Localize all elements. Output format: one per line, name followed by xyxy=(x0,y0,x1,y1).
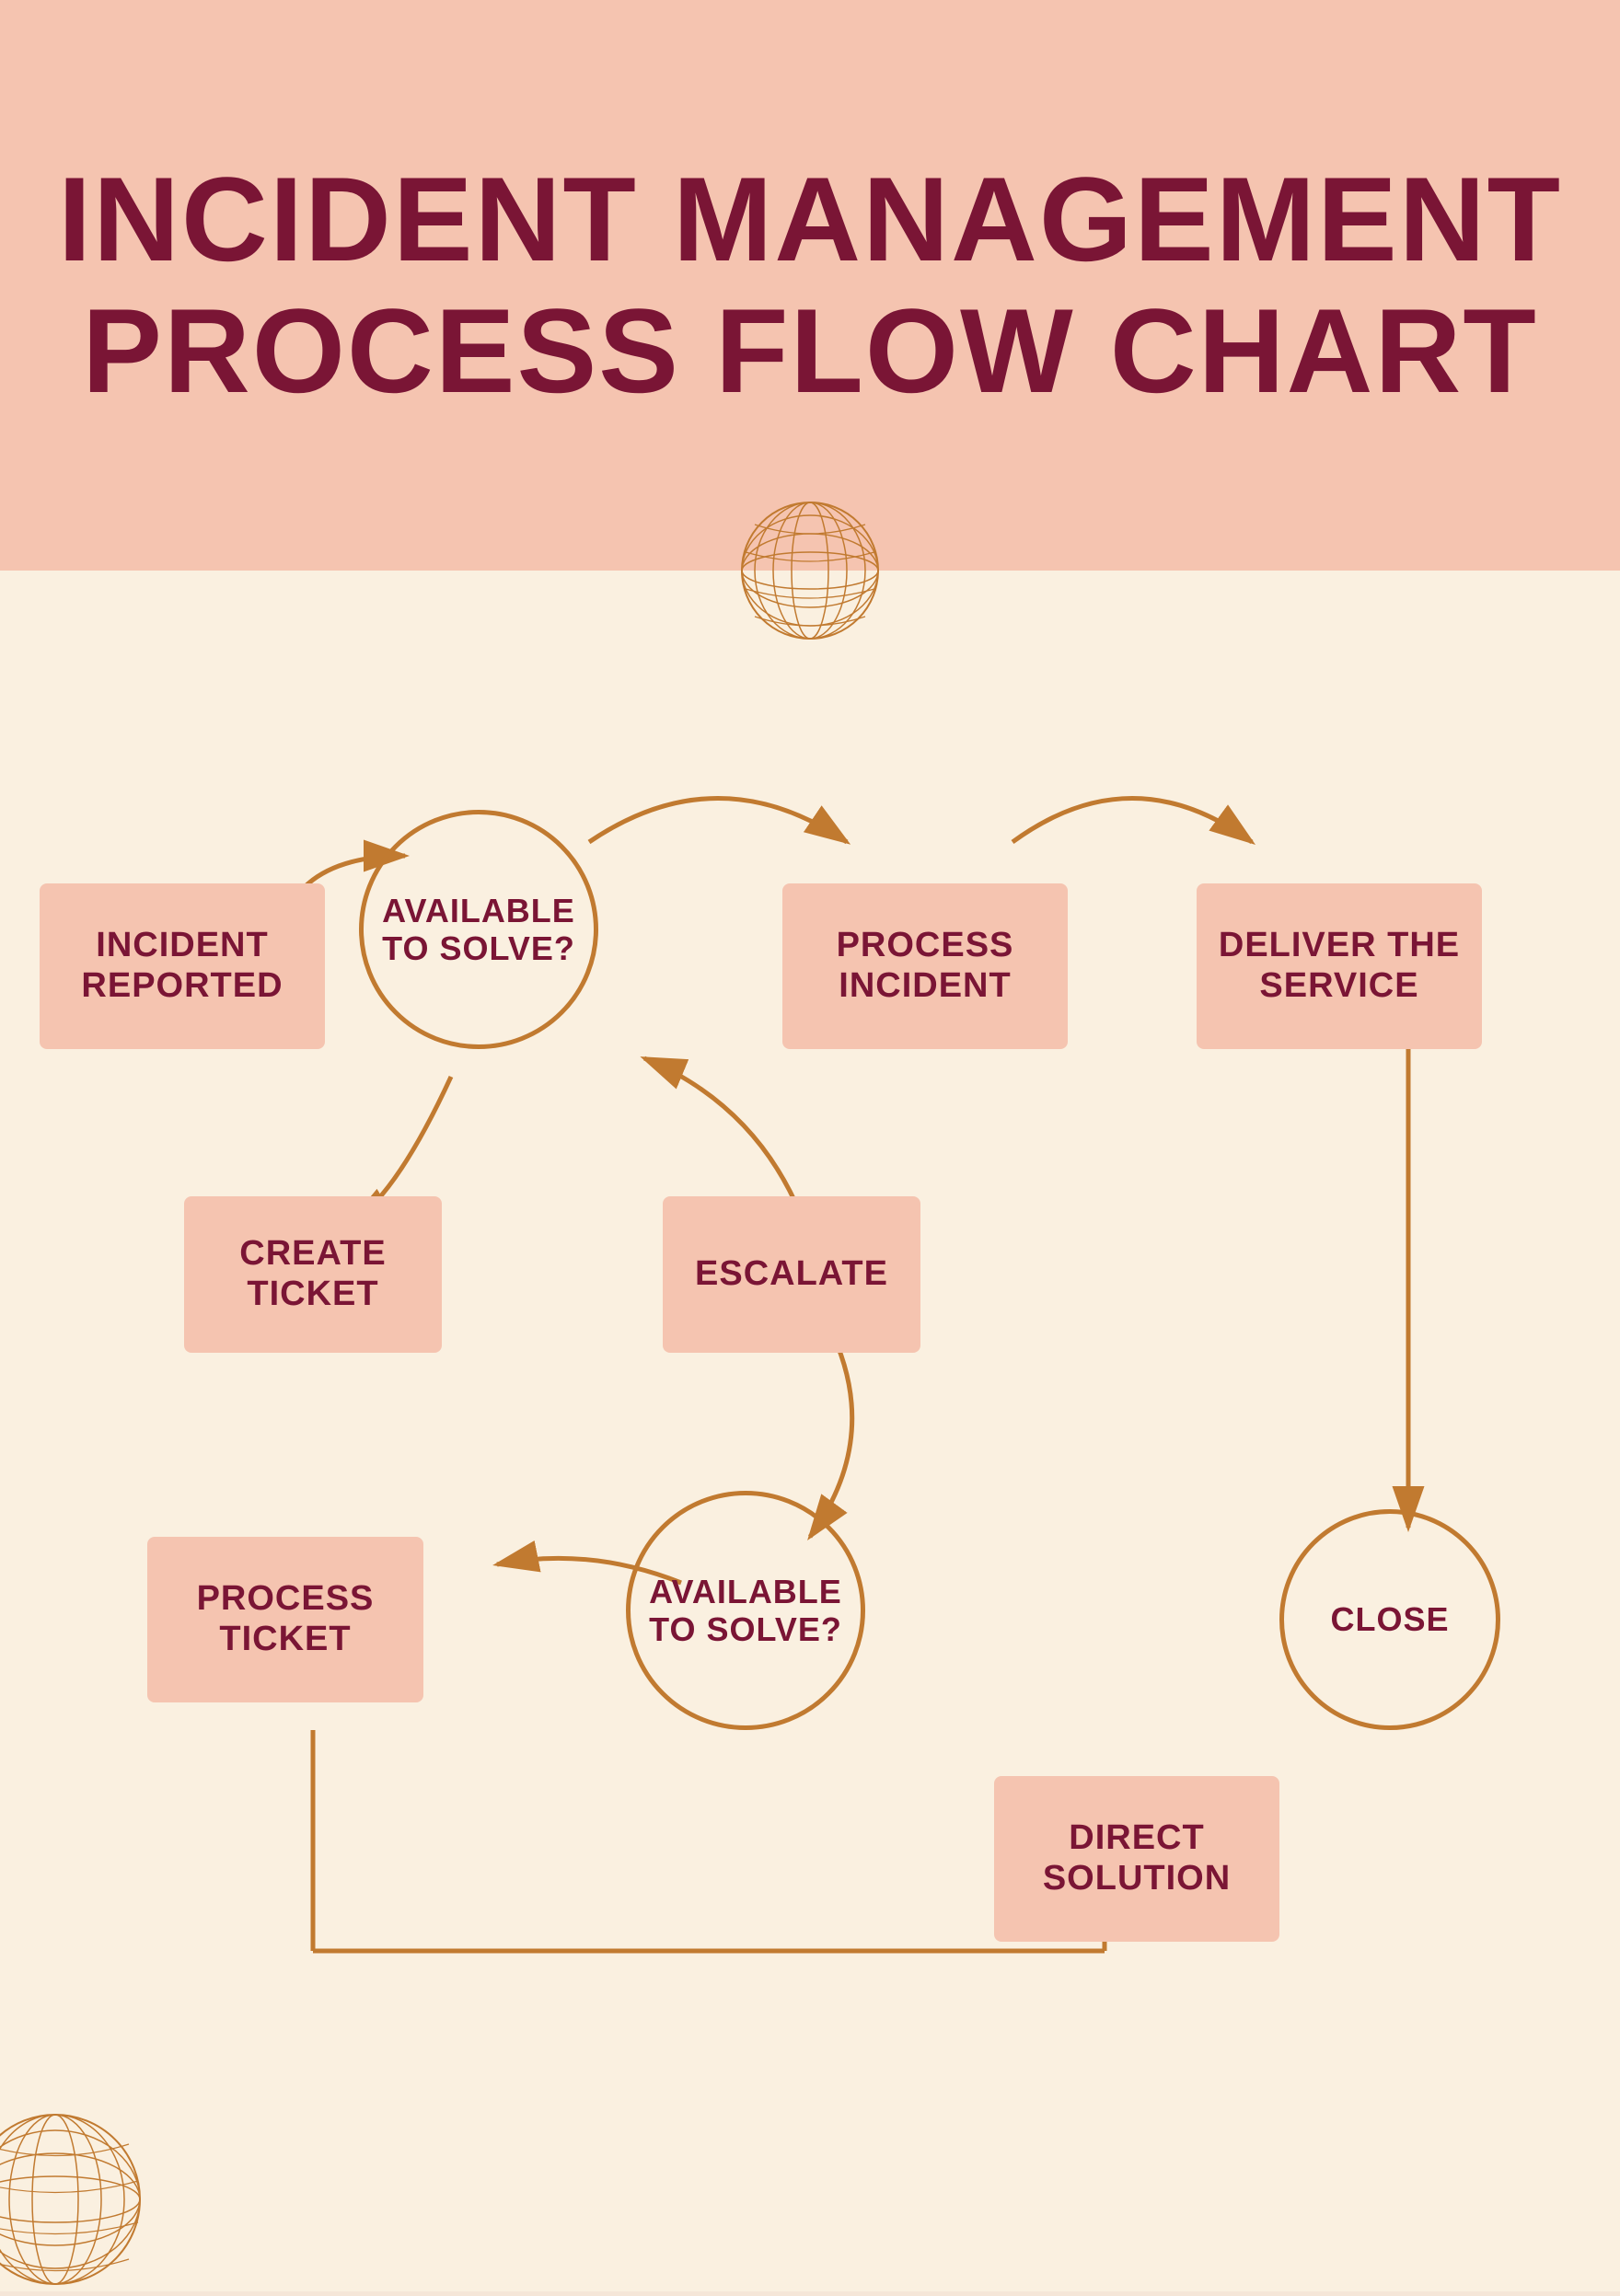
flow-section: INCIDENT REPORTED AVAILABLE TO SOLVE? PR… xyxy=(0,571,1620,2291)
globe-top-decoration xyxy=(736,497,884,644)
direct-solution-node: DIRECT SOLUTION xyxy=(994,1776,1279,1942)
deliver-service-node: DELIVER THE SERVICE xyxy=(1197,883,1482,1049)
globe-bottom-decoration xyxy=(0,2107,147,2291)
escalate-node: ESCALATE xyxy=(663,1196,920,1353)
close-node: CLOSE xyxy=(1279,1509,1500,1730)
flow-arrows xyxy=(0,571,1620,2291)
page-title: INCIDENT MANAGEMENT PROCESS FLOW CHART xyxy=(0,154,1620,417)
header-section: INCIDENT MANAGEMENT PROCESS FLOW CHART xyxy=(0,0,1620,571)
create-ticket-node: CREATE TICKET xyxy=(184,1196,442,1353)
process-ticket-node: PROCESS TICKET xyxy=(147,1537,423,1702)
available-to-solve-1-node: AVAILABLE TO SOLVE? xyxy=(359,810,598,1049)
available-to-solve-2-node: AVAILABLE TO SOLVE? xyxy=(626,1491,865,1730)
incident-reported-node: INCIDENT REPORTED xyxy=(40,883,325,1049)
process-incident-node: PROCESS INCIDENT xyxy=(782,883,1068,1049)
